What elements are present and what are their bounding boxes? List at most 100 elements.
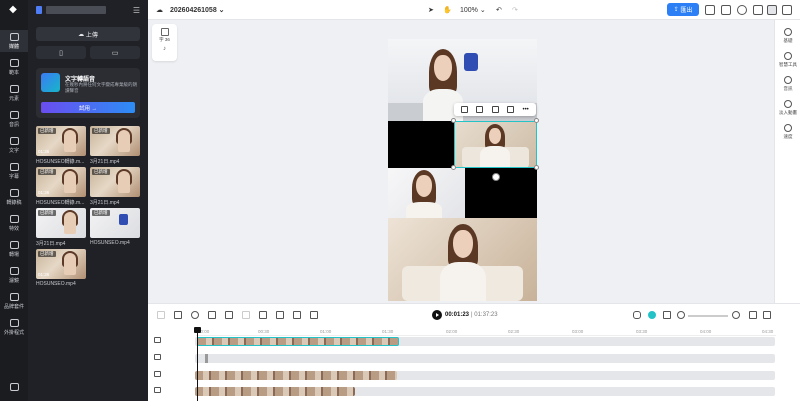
elements-icon xyxy=(9,84,19,93)
audio-marker[interactable] xyxy=(205,354,208,363)
chat-icon[interactable] xyxy=(753,4,763,16)
rotate-icon[interactable] xyxy=(492,173,500,181)
panel-toggle-icon[interactable] xyxy=(782,4,792,16)
resize-handle[interactable] xyxy=(451,165,456,170)
timeline-track[interactable] xyxy=(195,337,775,346)
fit-timeline-icon[interactable] xyxy=(749,311,757,319)
timeline-ruler[interactable]: 00:00 00:30 01:00 01:30 02:00 02:30 03:0… xyxy=(196,328,776,336)
redo-button[interactable]: ↷ xyxy=(512,4,518,16)
adjust-icon[interactable] xyxy=(225,311,233,319)
rail-item-brand-kit[interactable]: 品牌套件 xyxy=(0,290,28,312)
preview-window-icon[interactable] xyxy=(763,311,771,319)
mask-icon[interactable] xyxy=(242,311,250,319)
split-icon[interactable] xyxy=(157,311,165,319)
resize-handle[interactable] xyxy=(451,118,456,123)
resize-handle[interactable] xyxy=(534,118,539,123)
rail-item-transitions[interactable]: 轉場 xyxy=(0,238,28,260)
floating-text-tool[interactable]: 字 36 ♪ xyxy=(152,24,177,61)
timeline-clip[interactable] xyxy=(195,371,397,380)
keyboard-icon[interactable] xyxy=(721,4,731,16)
media-item[interactable]: 已新增 HOSUNSEO.mp4 xyxy=(90,208,140,246)
rail-item-transcript[interactable]: 轉錄稿 xyxy=(0,186,28,208)
rail-item-templates[interactable]: 範本 xyxy=(0,56,28,78)
rail-item-elements[interactable]: 元素 xyxy=(0,82,28,104)
monitor-icon[interactable] xyxy=(705,4,715,16)
rail-item-captions[interactable]: 字幕 xyxy=(0,160,28,182)
timeline-track[interactable] xyxy=(195,387,775,396)
layer-icon[interactable] xyxy=(507,106,515,113)
rotate-icon[interactable] xyxy=(191,311,199,319)
text-to-speech-promo: 文字轉語音 在幾秒內將任何文字變成專業級的朗讀聲音 試用 → xyxy=(36,68,140,118)
timeline-clip-selected[interactable] xyxy=(197,337,399,346)
rail-item-speed[interactable]: 速度 xyxy=(775,124,800,140)
text-on-clip-icon[interactable] xyxy=(310,311,318,319)
rail-item-audio[interactable]: 音訊 xyxy=(775,76,800,92)
rail-item-media[interactable]: 媒體 xyxy=(0,30,28,52)
plugins-icon xyxy=(9,318,19,327)
rail-item-basic[interactable]: 基礎 xyxy=(775,28,800,44)
playhead[interactable] xyxy=(194,327,201,401)
filter-icon[interactable] xyxy=(276,311,284,319)
video-preview-stage[interactable] xyxy=(388,39,537,301)
media-item[interactable]: 已新增 01:36 HOSUNSEO轉錄.m... xyxy=(36,167,86,206)
select-tool-button[interactable]: ➤ xyxy=(428,4,434,16)
resize-handle[interactable] xyxy=(534,165,539,170)
export-button[interactable]: ⇪ 匯出 xyxy=(667,3,699,16)
cloud-sync-icon[interactable]: ☁ xyxy=(156,4,163,16)
media-item[interactable]: 已新增 3月21日.mp4 xyxy=(90,126,140,165)
track-volume-icon[interactable] xyxy=(154,371,161,377)
play-button[interactable] xyxy=(432,310,442,320)
replace-icon[interactable] xyxy=(461,106,469,113)
zoom-out-icon[interactable] xyxy=(677,311,685,319)
phone-upload-button[interactable]: ▯ xyxy=(36,46,86,59)
rail-item-effects[interactable]: 特效 xyxy=(0,212,28,234)
rail-item-smart-tools[interactable]: 智慧工具 xyxy=(775,52,800,68)
app-logo-icon[interactable]: ◆ xyxy=(6,4,20,16)
media-item[interactable]: 已新增 01:36 HOSUNSEO轉錄.m... xyxy=(36,126,86,165)
media-item[interactable]: 已新增 3月21日.mp4 xyxy=(90,167,140,206)
track-volume-icon[interactable] xyxy=(154,387,161,393)
undo-button[interactable]: ↶ xyxy=(496,4,502,16)
rail-item-text[interactable]: 文字 xyxy=(0,134,28,156)
more-options-icon[interactable]: ••• xyxy=(522,107,528,113)
layout-toggle-icon[interactable] xyxy=(767,4,777,16)
tiktok-icon[interactable]: ♪ xyxy=(163,46,166,52)
preview-clip-portrait[interactable] xyxy=(388,168,465,218)
promo-try-button[interactable]: 試用 → xyxy=(41,102,135,113)
upload-button[interactable]: ☁ 上傳 xyxy=(36,27,140,41)
media-item[interactable]: 已新增 01:36 HOSUNSEO.mp4 xyxy=(36,249,86,287)
timeline-clip[interactable] xyxy=(195,387,355,396)
copy-icon[interactable] xyxy=(476,106,484,113)
rail-item-audio[interactable]: 音訊 xyxy=(0,108,28,130)
help-icon[interactable] xyxy=(737,4,747,16)
timeline-track[interactable] xyxy=(195,354,775,363)
selection-box[interactable] xyxy=(454,121,537,168)
delete-icon[interactable] xyxy=(174,311,182,319)
track-volume-icon[interactable] xyxy=(154,354,161,360)
waveform-icon[interactable] xyxy=(663,311,671,319)
timeline-track[interactable] xyxy=(195,371,775,380)
zoom-dropdown[interactable]: 100% ⌄ xyxy=(460,4,486,16)
track-volume-icon[interactable] xyxy=(154,337,161,343)
computer-upload-button[interactable]: ▭ xyxy=(90,46,140,59)
microphone-icon[interactable] xyxy=(633,311,641,319)
rail-item-plugins[interactable]: 外掛程式 xyxy=(0,316,28,338)
timeline-zoom-slider[interactable] xyxy=(688,315,728,317)
mirror-icon[interactable] xyxy=(259,311,267,319)
project-title[interactable]: 202604261058 ⌄ xyxy=(170,4,225,16)
collapse-panel-icon[interactable]: ☰ xyxy=(133,6,140,15)
preview-clip-living-room[interactable] xyxy=(388,218,537,301)
media-item[interactable]: 已新增 3月21日.mp4 xyxy=(36,208,86,247)
hand-tool-button[interactable]: ✋ xyxy=(443,4,452,16)
crop-icon[interactable] xyxy=(491,106,499,113)
crop-icon[interactable] xyxy=(208,311,216,319)
filters-icon xyxy=(9,266,19,275)
media-thumbnail: 已新增 xyxy=(90,126,140,156)
rail-item-filters[interactable]: 濾鏡 xyxy=(0,264,28,286)
stop-icon[interactable] xyxy=(293,311,301,319)
keyboard-shortcuts-button[interactable] xyxy=(0,376,28,398)
smart-tools-icon xyxy=(784,52,792,60)
link-toggle-icon[interactable] xyxy=(648,311,656,319)
rail-item-fade-in[interactable]: 淡入動畫 xyxy=(775,100,800,116)
zoom-in-icon[interactable] xyxy=(732,311,740,319)
